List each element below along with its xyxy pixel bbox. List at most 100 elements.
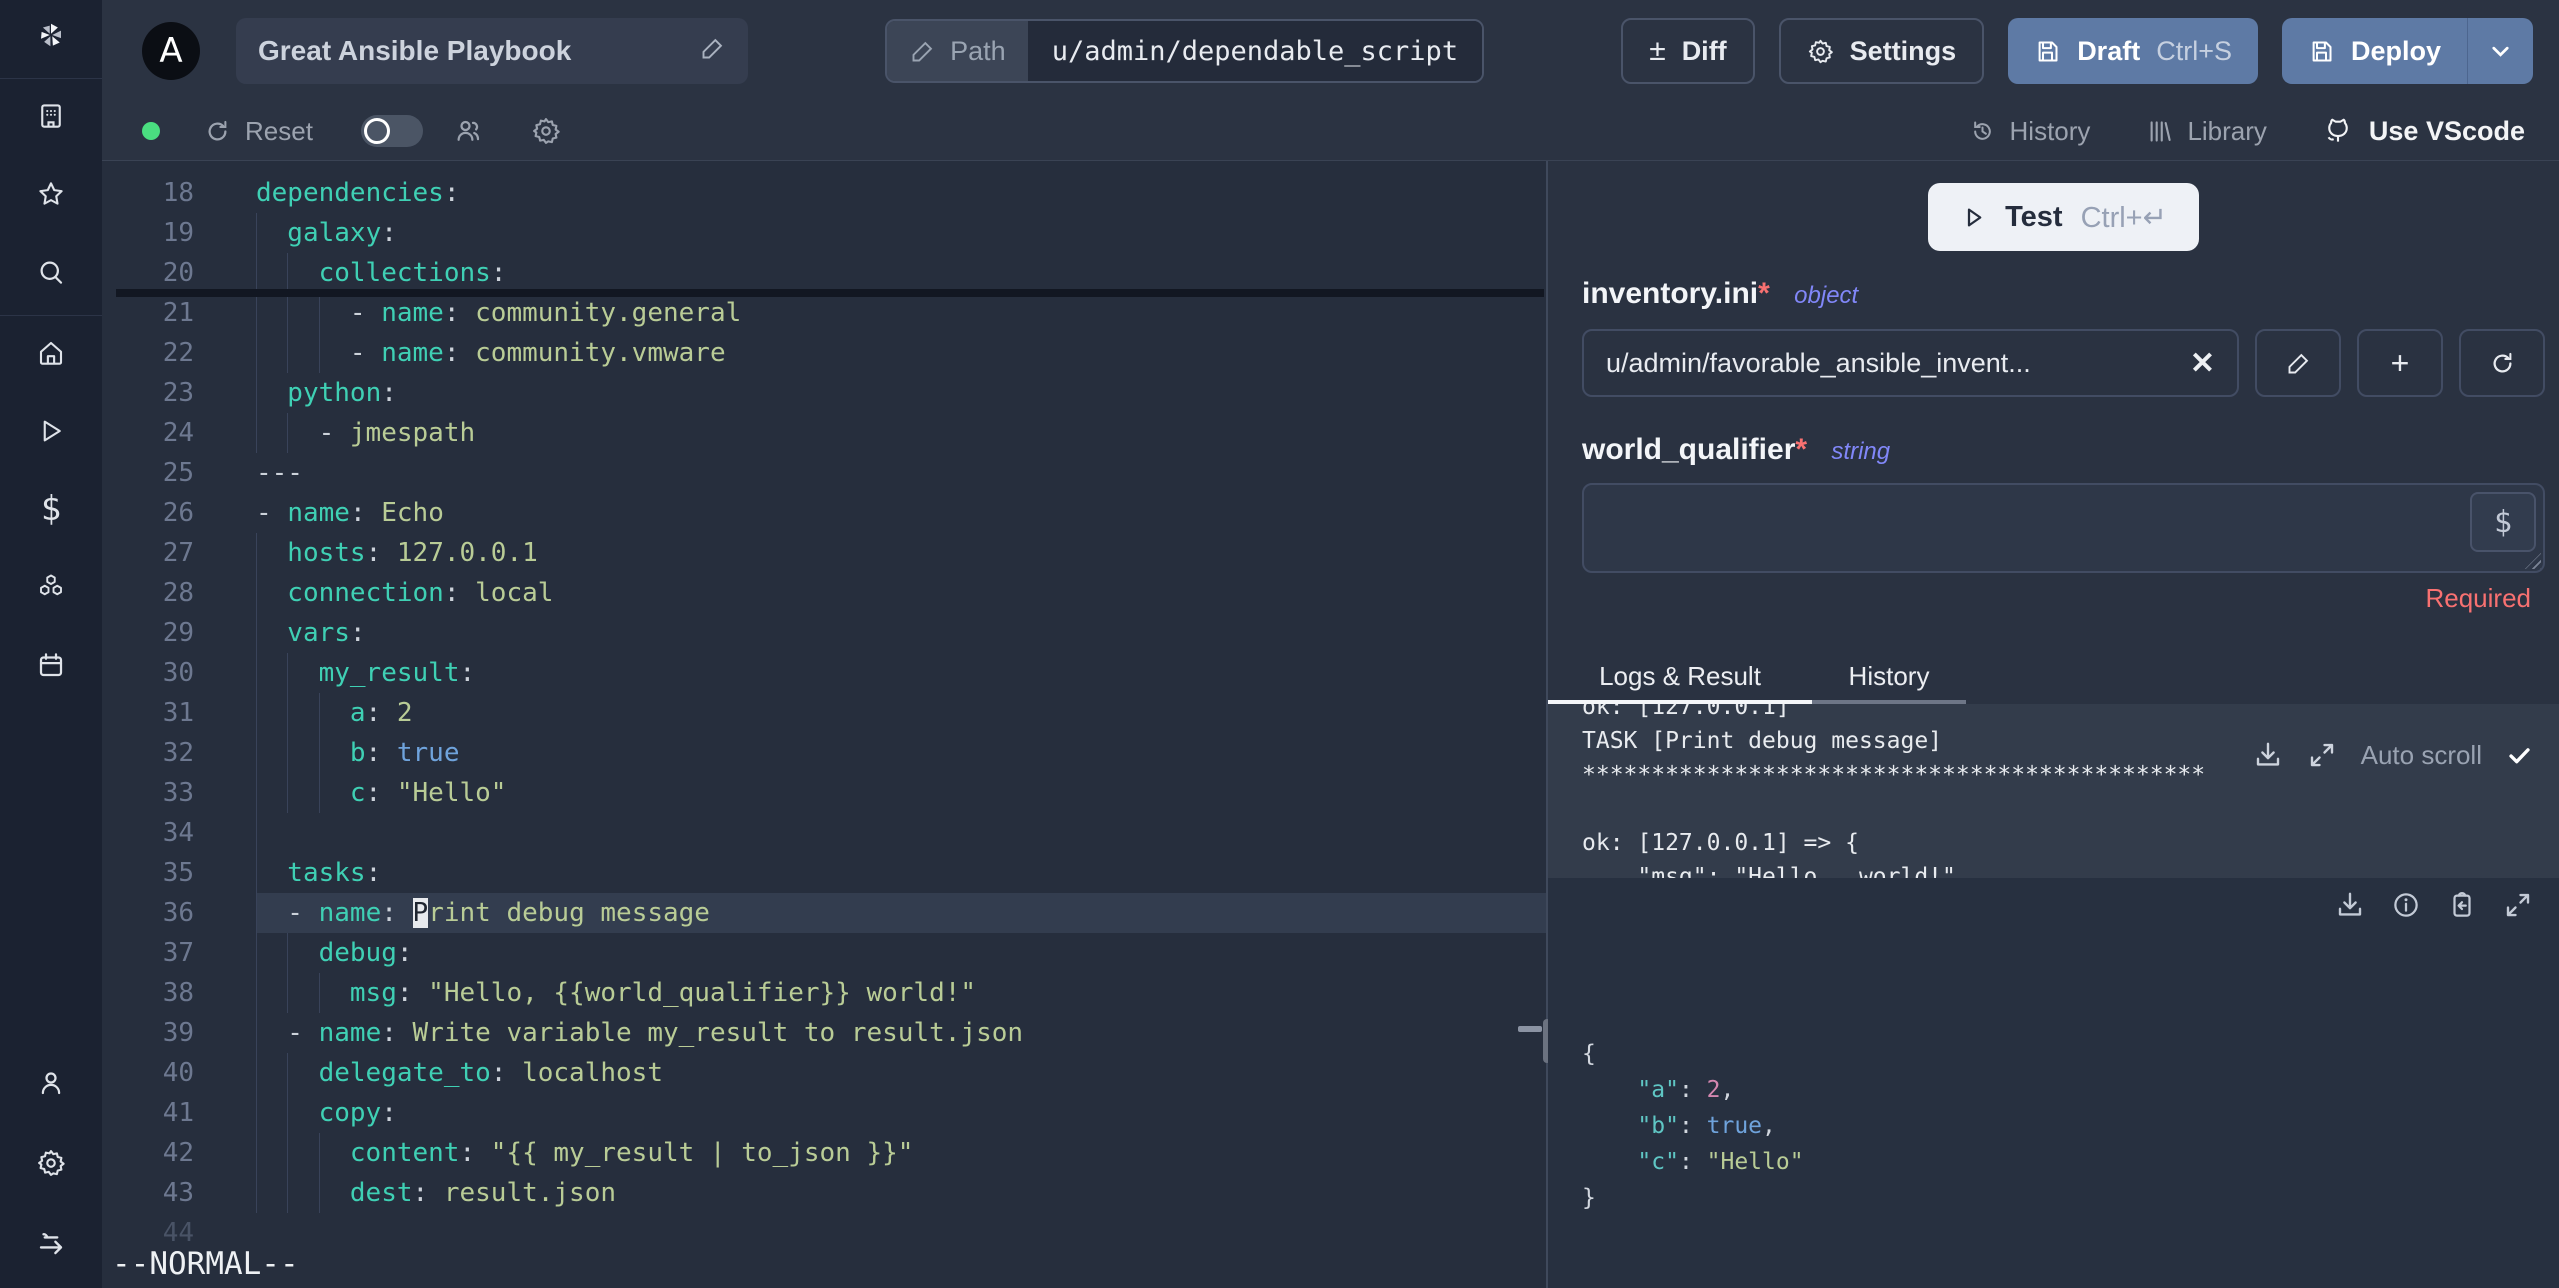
code-line[interactable]: 28 connection: local	[102, 573, 1546, 613]
download-logs-icon[interactable]	[2253, 740, 2283, 770]
tab-logs-result[interactable]: Logs & Result	[1548, 652, 1812, 704]
code-line[interactable]: 42 content: "{{ my_result | to_json }}"	[102, 1133, 1546, 1173]
edit-title-pencil-icon[interactable]	[699, 35, 726, 67]
editor-sticky-divider	[116, 289, 1544, 297]
logout-icon[interactable]	[32, 1224, 70, 1262]
code-line[interactable]: 24 - jmespath	[102, 413, 1546, 453]
save-icon	[2312, 40, 2332, 62]
editor-toggle[interactable]	[360, 115, 423, 147]
editor-settings-button[interactable]	[531, 116, 561, 146]
history-button[interactable]: History	[1969, 116, 2090, 147]
reset-button[interactable]: Reset	[204, 116, 313, 147]
ansible-logo: A	[142, 22, 200, 80]
plus-icon: +	[2390, 344, 2410, 381]
refresh-icon	[2493, 352, 2511, 372]
world-qualifier-field-label: world_qualifier* string	[1582, 433, 1891, 466]
play-icon	[1967, 208, 1982, 226]
refresh-inventory-button[interactable]	[2459, 329, 2545, 397]
result-pane[interactable]: { "a": 2, "b": true, "c": "Hello"}	[1548, 878, 2559, 1288]
expand-result-icon[interactable]	[2503, 890, 2533, 920]
clear-inventory-icon[interactable]: ✕	[2190, 346, 2215, 381]
gear-icon	[532, 118, 560, 144]
code-line[interactable]: 44	[102, 1213, 1546, 1253]
diff-icon: ±	[1649, 34, 1666, 67]
code-line[interactable]: 20 collections:	[102, 253, 1546, 293]
expand-logs-icon[interactable]	[2307, 740, 2337, 770]
logs-pane[interactable]: ok: [127.0.0.1] TASK [Print debug message…	[1548, 704, 2559, 878]
script-title-box[interactable]: Great Ansible Playbook	[236, 18, 748, 84]
runs-icon[interactable]	[32, 412, 70, 450]
info-icon[interactable]	[2391, 890, 2421, 920]
editor-toolbar: Reset History Library Use VScode	[102, 102, 2559, 160]
code-line[interactable]: 21 - name: community.general	[102, 293, 1546, 333]
inventory-resource-input[interactable]: u/admin/favorable_ansible_invent... ✕	[1582, 329, 2239, 397]
chevron-down-icon	[2492, 46, 2509, 57]
code-line[interactable]: 34	[102, 813, 1546, 853]
path-value: u/admin/dependable_script	[1027, 21, 1483, 81]
deploy-split-button: Deploy	[2281, 18, 2534, 84]
code-line[interactable]: 27 hosts: 127.0.0.1	[102, 533, 1546, 573]
scrollbar-marker[interactable]	[1518, 1026, 1542, 1032]
deploy-button[interactable]: Deploy	[2281, 18, 2468, 84]
schedules-calendar-icon[interactable]	[32, 646, 70, 684]
inventory-field-label: inventory.ini* object	[1582, 277, 1859, 310]
edit-inventory-button[interactable]	[2255, 329, 2341, 397]
copy-clipboard-icon[interactable]	[2447, 890, 2477, 920]
collaborators-button[interactable]	[453, 116, 483, 146]
save-icon	[2038, 40, 2058, 62]
deploy-dropdown-button[interactable]	[2467, 18, 2534, 84]
code-line[interactable]: 41 copy:	[102, 1093, 1546, 1133]
code-line[interactable]: 23 python:	[102, 373, 1546, 413]
download-result-icon[interactable]	[2335, 890, 2365, 920]
use-vscode-button[interactable]: Use VScode	[2323, 116, 2525, 147]
code-line[interactable]: 35 tasks:	[102, 853, 1546, 893]
world-qualifier-input[interactable]: $	[1582, 483, 2545, 573]
diff-button[interactable]: ± Diff	[1621, 18, 1755, 84]
code-line[interactable]: 40 delegate_to: localhost	[102, 1053, 1546, 1093]
variables-dollar-icon[interactable]: $	[32, 489, 70, 529]
github-icon	[2327, 118, 2348, 142]
code-line[interactable]: 29 vars:	[102, 613, 1546, 653]
windmill-logo-icon[interactable]	[32, 16, 70, 54]
resources-cubes-icon[interactable]	[32, 568, 70, 606]
inventory-resource-value: u/admin/favorable_ansible_invent...	[1606, 347, 2031, 378]
code-line[interactable]: 39 - name: Write variable my_result to r…	[102, 1013, 1546, 1053]
test-button[interactable]: Test Ctrl+↵	[1928, 183, 2199, 251]
left-sidebar: $	[0, 0, 102, 1288]
code-line[interactable]: 30 my_result:	[102, 653, 1546, 693]
code-line[interactable]: 25 ---	[102, 453, 1546, 493]
code-editor[interactable]: 18 dependencies: 19 galaxy: 20 collections:…	[102, 161, 1546, 1288]
code-line[interactable]: 36 - name: Print debug message	[102, 893, 1546, 933]
reset-refresh-icon	[208, 120, 227, 140]
path-pencil-icon	[912, 41, 933, 61]
users-icon	[457, 120, 480, 141]
tab-history[interactable]: History	[1812, 652, 1966, 704]
user-account-icon[interactable]	[32, 1064, 70, 1102]
workspace-icon[interactable]	[32, 97, 70, 135]
add-inventory-button[interactable]: +	[2357, 329, 2443, 397]
library-button[interactable]: Library	[2146, 116, 2267, 147]
search-icon[interactable]	[32, 253, 70, 291]
code-line[interactable]: 19 galaxy:	[102, 213, 1546, 253]
autoscroll-check-icon[interactable]	[2506, 742, 2533, 769]
path-label-section: Path	[887, 21, 1028, 81]
code-line[interactable]: 32 b: true	[102, 733, 1546, 773]
code-line[interactable]: 22 - name: community.vmware	[102, 333, 1546, 373]
variable-picker-button[interactable]: $	[2470, 492, 2536, 552]
code-line[interactable]: 38 msg: "Hello, {{world_qualifier}} worl…	[102, 973, 1546, 1013]
status-dot	[142, 122, 160, 140]
code-line[interactable]: 31 a: 2	[102, 693, 1546, 733]
favorites-star-icon[interactable]	[32, 175, 70, 213]
resize-handle[interactable]	[2525, 553, 2541, 569]
settings-gear-icon[interactable]	[32, 1144, 70, 1182]
code-line[interactable]: 43 dest: result.json	[102, 1173, 1546, 1213]
draft-button[interactable]: Draft Ctrl+S	[2008, 18, 2258, 84]
code-line[interactable]: 26- name: Echo	[102, 493, 1546, 533]
path-field[interactable]: Path u/admin/dependable_script	[885, 19, 1485, 83]
code-line[interactable]: 18 dependencies:	[102, 173, 1546, 213]
run-panel: Test Ctrl+↵ inventory.ini* object u/admi…	[1548, 161, 2559, 1288]
home-icon[interactable]	[32, 334, 70, 372]
settings-button[interactable]: Settings	[1778, 18, 1985, 84]
code-line[interactable]: 37 debug:	[102, 933, 1546, 973]
code-line[interactable]: 33 c: "Hello"	[102, 773, 1546, 813]
